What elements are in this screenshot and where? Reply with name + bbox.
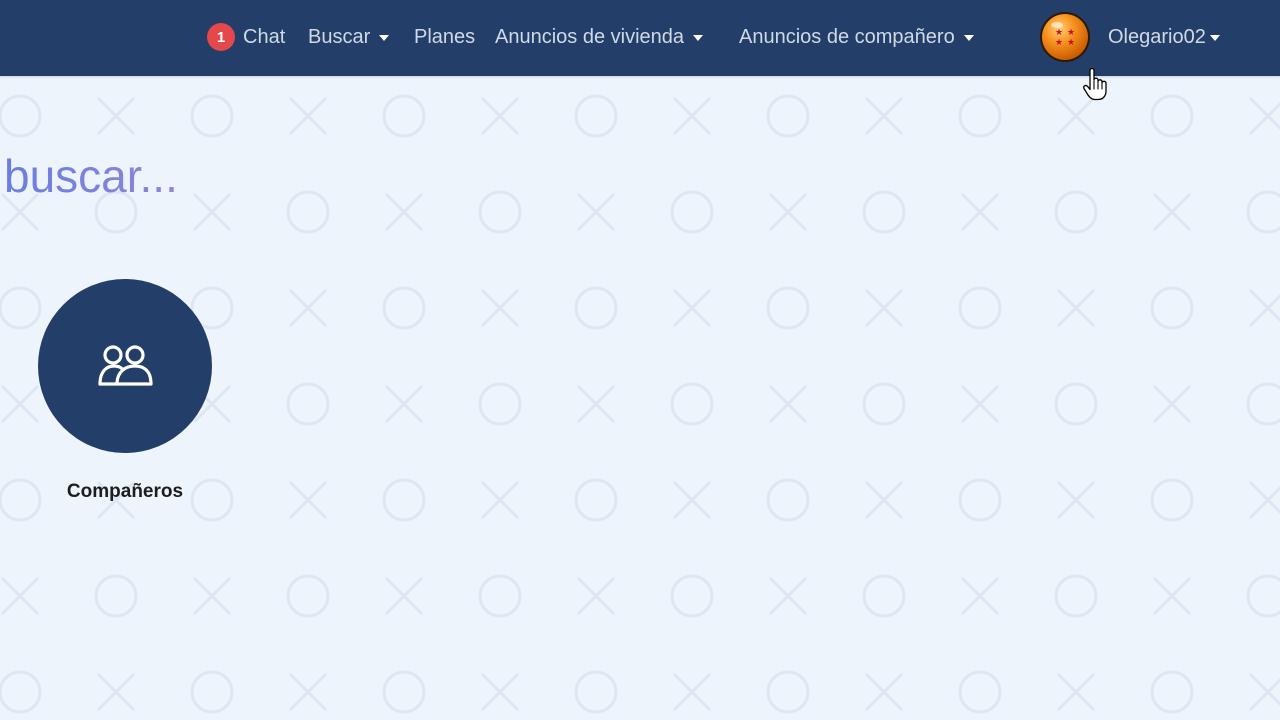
svg-text:★: ★ bbox=[1067, 38, 1075, 48]
nav-planes[interactable]: Planes bbox=[414, 0, 475, 74]
top-navbar: 1 Chat Buscar Planes Anuncios de viviend… bbox=[0, 0, 1280, 76]
nav-buscar-dropdown[interactable]: Buscar bbox=[308, 0, 390, 74]
user-avatar[interactable]: ★ ★ ★ ★ bbox=[1039, 11, 1091, 63]
nav-chat[interactable]: 1 Chat bbox=[207, 0, 285, 74]
people-icon bbox=[98, 345, 153, 386]
nav-anuncios-companero-dropdown[interactable]: Anuncios de compañero bbox=[739, 0, 974, 74]
svg-text:★: ★ bbox=[1055, 38, 1063, 48]
caret-down-icon bbox=[379, 35, 390, 41]
nav-buscar-label: Buscar bbox=[308, 25, 371, 48]
nav-anuncios-vivienda-label: Anuncios de vivienda bbox=[495, 25, 685, 48]
card-companeros-label: Compañeros bbox=[66, 481, 184, 502]
user-menu-dropdown[interactable]: Olegario02 bbox=[1108, 0, 1220, 74]
nav-chat-label: Chat bbox=[243, 25, 286, 48]
nav-anuncios-companero-label: Anuncios de compañero bbox=[739, 25, 955, 48]
svg-text:★: ★ bbox=[1067, 28, 1075, 38]
card-companeros-circle bbox=[38, 279, 212, 453]
page-title: buscar... bbox=[4, 146, 178, 206]
nav-planes-label: Planes bbox=[414, 25, 476, 48]
card-companeros[interactable]: Compañeros bbox=[26, 279, 224, 514]
caret-down-icon bbox=[1209, 35, 1220, 41]
user-menu-username: Olegario02 bbox=[1108, 25, 1206, 48]
caret-down-icon bbox=[693, 35, 704, 41]
chat-unread-badge: 1 bbox=[207, 23, 235, 51]
svg-text:★: ★ bbox=[1055, 28, 1063, 38]
caret-down-icon bbox=[963, 35, 974, 41]
dragon-ball-avatar-icon: ★ ★ ★ ★ bbox=[1040, 12, 1090, 62]
nav-anuncios-vivienda-dropdown[interactable]: Anuncios de vivienda bbox=[495, 0, 704, 74]
